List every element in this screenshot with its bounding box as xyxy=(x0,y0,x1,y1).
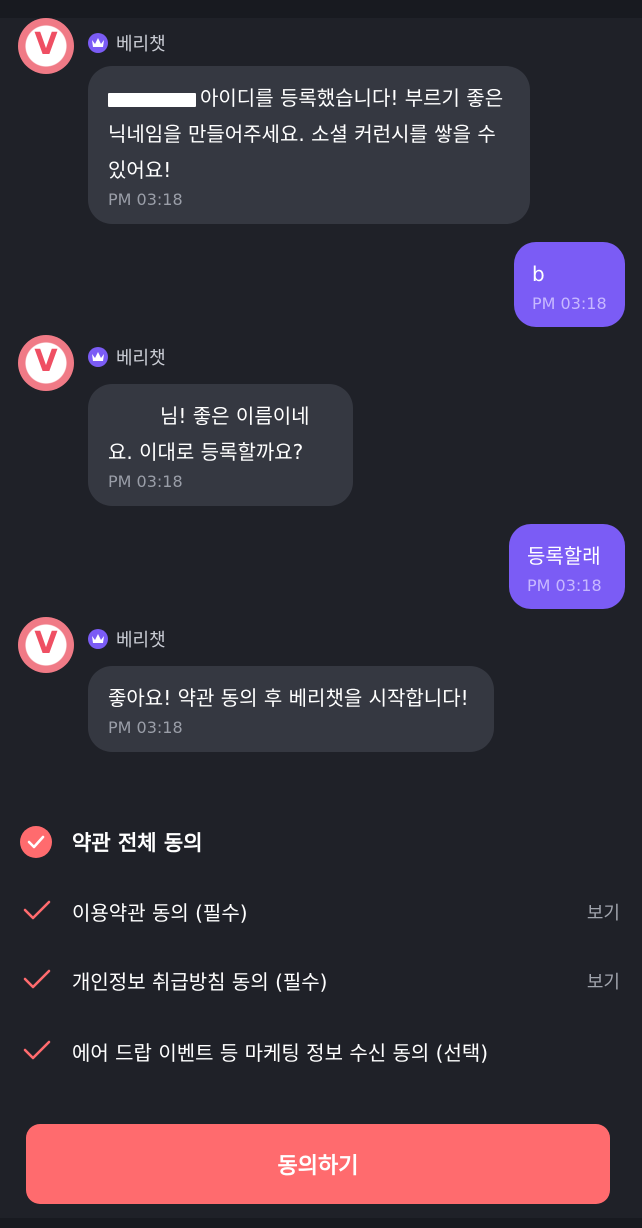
sender-row: 베리챗 xyxy=(88,30,166,56)
message-time: PM 03:18 xyxy=(108,472,183,491)
check-icon xyxy=(22,1038,52,1066)
view-terms-link[interactable]: 보기 xyxy=(587,899,620,925)
sender-row: 베리챗 xyxy=(88,626,166,652)
check-icon xyxy=(22,898,52,926)
message-text: 님! 좋은 이름이네요. 이대로 등록할까요? xyxy=(108,404,310,464)
bot-avatar: V xyxy=(18,335,74,391)
message-time: PM 03:18 xyxy=(108,718,183,737)
message-bubble-bot: 좋아요! 약관 동의 후 베리챗을 시작합니다! PM 03:18 xyxy=(88,666,494,752)
message-time: PM 03:18 xyxy=(108,190,183,209)
top-status-bar xyxy=(0,0,642,18)
avatar-letter: V xyxy=(34,344,58,379)
check-circle-icon xyxy=(20,826,52,858)
message-bubble-user: 등록할래 PM 03:18 xyxy=(509,524,625,609)
message-bubble-bot: 아이디를 등록했습니다! 부르기 좋은 닉네임을 만들어주세요. 소셜 커런시를… xyxy=(88,66,530,224)
crown-icon xyxy=(88,347,108,367)
message-text: 좋아요! 약관 동의 후 베리챗을 시작합니다! xyxy=(108,686,469,710)
sender-name: 베리챗 xyxy=(116,348,166,369)
check-icon xyxy=(22,967,52,995)
sender-name: 베리챗 xyxy=(116,34,166,55)
message-time: PM 03:18 xyxy=(532,294,607,313)
consent-item-privacy[interactable]: 개인정보 취급방침 동의 (필수) 보기 xyxy=(22,966,620,995)
avatar-letter: V xyxy=(34,27,58,62)
agree-all-checkbox[interactable]: 약관 전체 동의 xyxy=(20,826,203,858)
view-privacy-link[interactable]: 보기 xyxy=(587,968,620,994)
bottom-bar xyxy=(0,1218,642,1228)
message-bubble-bot: 님! 좋은 이름이네요. 이대로 등록할까요? PM 03:18 xyxy=(88,384,353,506)
consent-item-terms[interactable]: 이용약관 동의 (필수) 보기 xyxy=(22,897,620,926)
crown-icon xyxy=(88,629,108,649)
message-time: PM 03:18 xyxy=(527,576,602,595)
redacted-username xyxy=(108,92,196,107)
message-text: 아이디를 등록했습니다! 부르기 좋은 닉네임을 만들어주세요. 소셜 커런시를… xyxy=(108,86,504,182)
message-text: b xyxy=(532,262,545,286)
consent-label: 이용약관 동의 (필수) xyxy=(72,901,248,925)
message-text: 등록할래 xyxy=(527,544,601,568)
agree-all-label: 약관 전체 동의 xyxy=(72,831,203,855)
bot-avatar: V xyxy=(18,18,74,74)
crown-icon xyxy=(88,33,108,53)
agree-button[interactable]: 동의하기 xyxy=(26,1124,610,1204)
consent-item-marketing[interactable]: 에어 드랍 이벤트 등 마케팅 정보 수신 동의 (선택) xyxy=(22,1037,620,1066)
consent-label: 에어 드랍 이벤트 등 마케팅 정보 수신 동의 (선택) xyxy=(72,1041,489,1065)
avatar-letter: V xyxy=(34,626,58,661)
sender-name: 베리챗 xyxy=(116,630,166,651)
message-bubble-user: b PM 03:18 xyxy=(514,242,625,327)
bot-avatar: V xyxy=(18,617,74,673)
sender-row: 베리챗 xyxy=(88,344,166,370)
consent-label: 개인정보 취급방침 동의 (필수) xyxy=(72,970,328,994)
